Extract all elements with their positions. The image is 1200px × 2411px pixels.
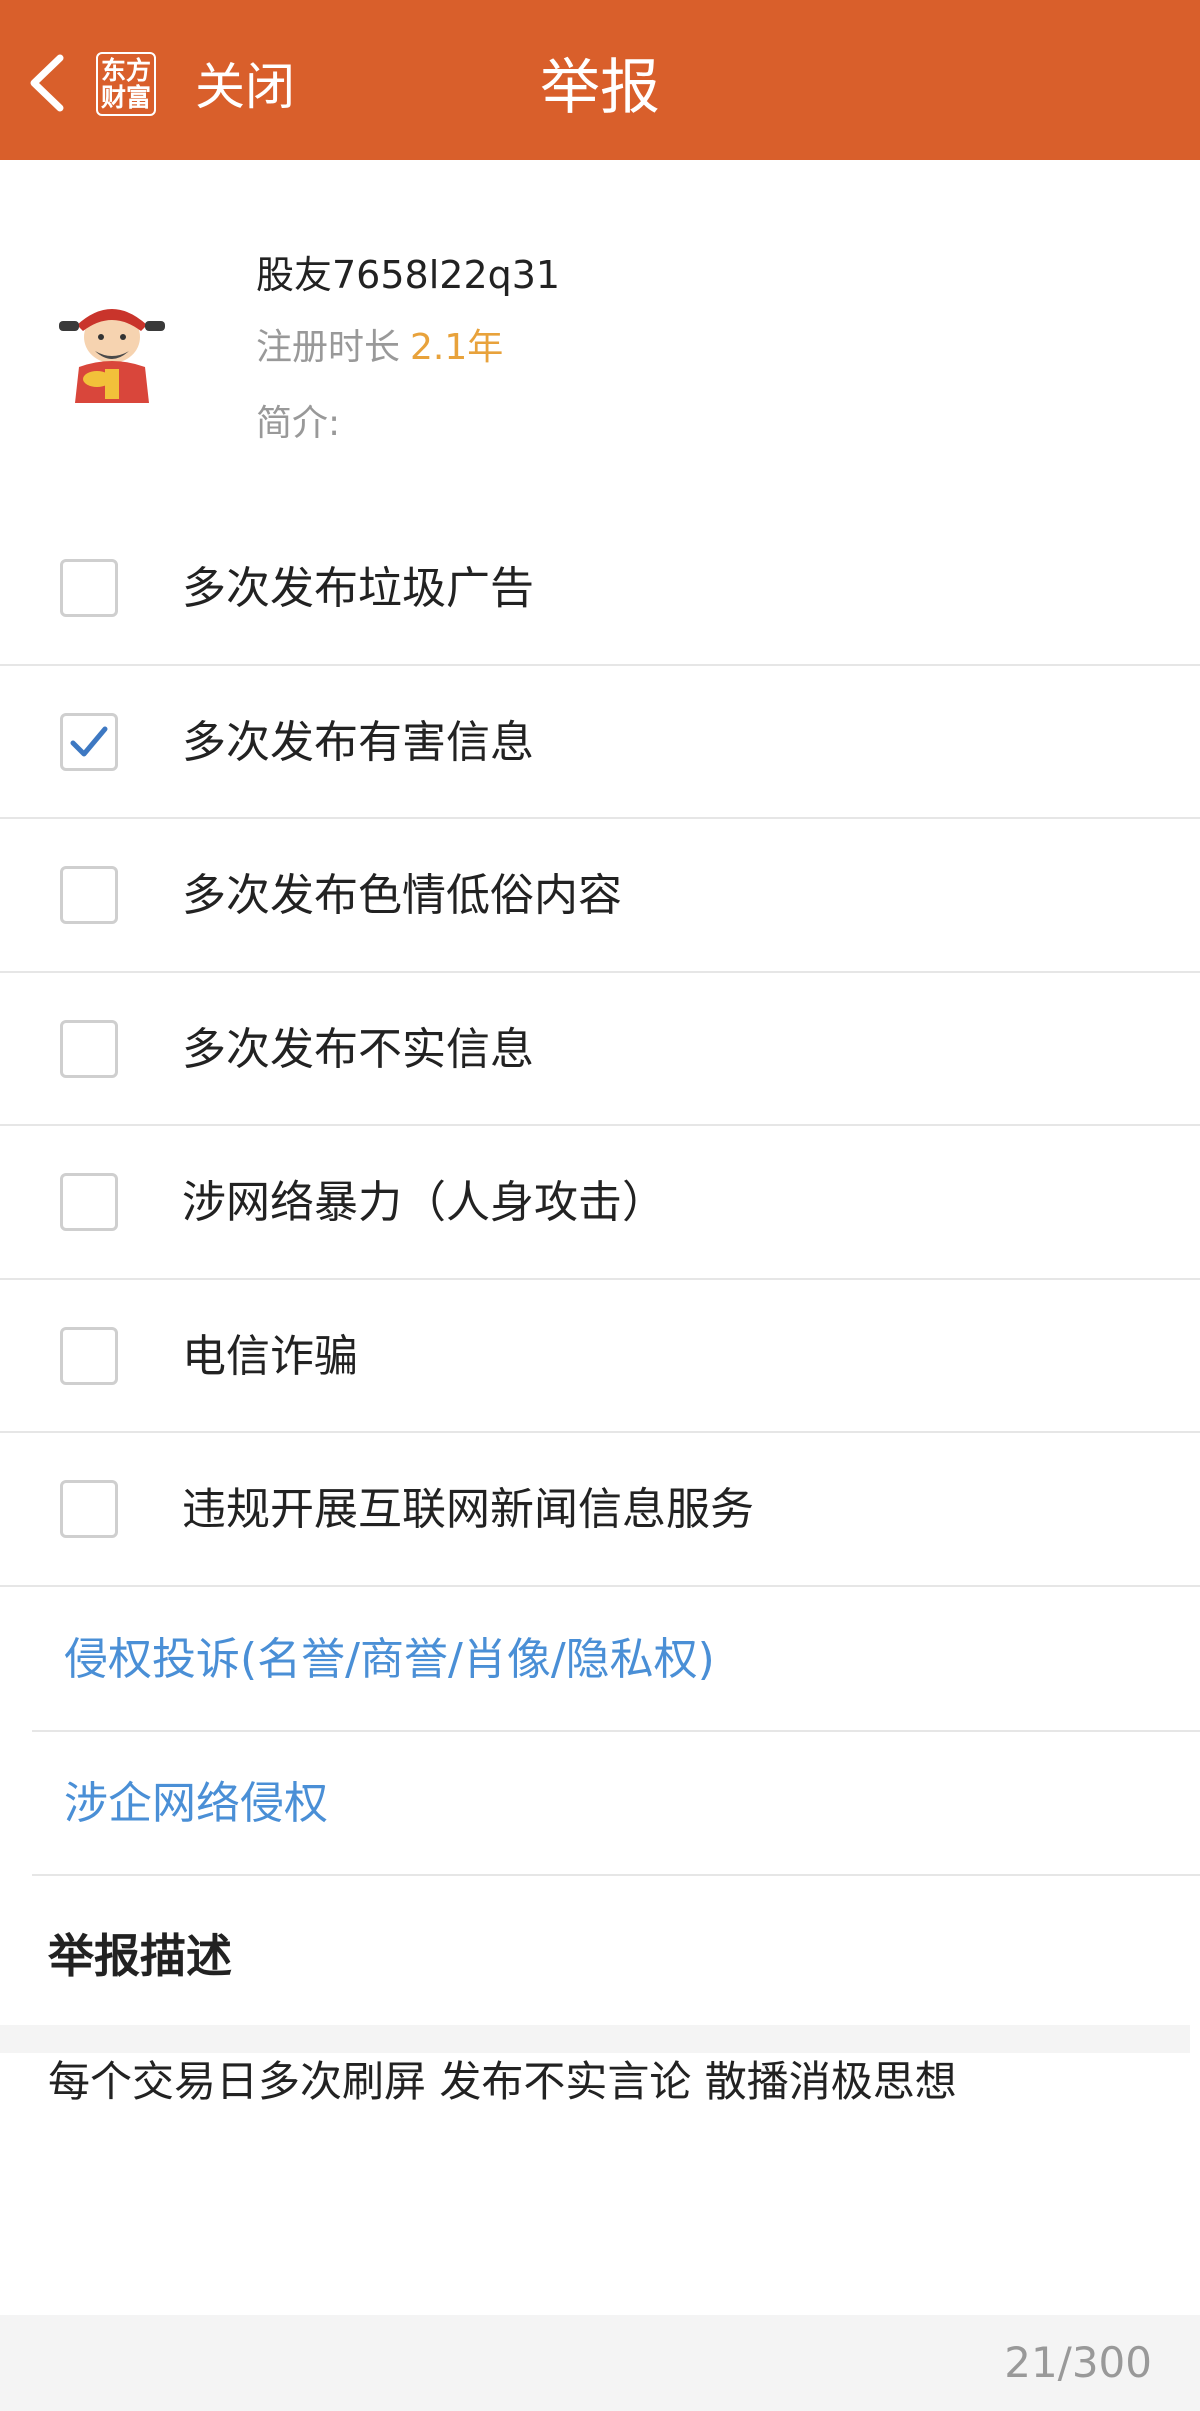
checkbox[interactable] bbox=[60, 1019, 118, 1078]
enterprise-infringement-link[interactable]: 涉企网络侵权 bbox=[64, 1774, 328, 1834]
app-header: 东方 财富 关闭 举报 bbox=[0, 0, 1200, 160]
registration-label: 注册时长 bbox=[256, 327, 401, 368]
infringement-complaint-link[interactable]: 侵权投诉(名誉/商誉/肖像/隐私权) bbox=[64, 1630, 715, 1690]
option-illegal-news-service[interactable]: 违规开展互联网新闻信息服务 bbox=[0, 1433, 1200, 1587]
option-harmful-info[interactable]: 多次发布有害信息 bbox=[0, 666, 1200, 819]
checkbox[interactable] bbox=[60, 559, 118, 617]
option-label: 多次发布色情低俗内容 bbox=[182, 870, 622, 921]
username: 股友7658l22q31 bbox=[256, 253, 561, 297]
bio-label: 简介: bbox=[256, 403, 341, 444]
infringement-complaint-link-row[interactable]: 侵权投诉(名誉/商誉/肖像/隐私权) bbox=[32, 1588, 1200, 1732]
checkbox[interactable] bbox=[60, 1326, 118, 1385]
registration-duration: 注册时长 2.1年 bbox=[256, 322, 503, 374]
description-text[interactable]: 每个交易日多次刷屏 发布不实言论 散播消极思想 bbox=[48, 2052, 957, 2112]
character-counter: 21/300 bbox=[1004, 2338, 1152, 2387]
page-title: 举报 bbox=[540, 53, 660, 123]
option-label: 涉网络暴力（人身攻击） bbox=[182, 1177, 666, 1228]
checkmark-icon bbox=[70, 726, 108, 756]
option-label: 多次发布不实信息 bbox=[182, 1023, 534, 1075]
option-label: 多次发布垃圾广告 bbox=[182, 563, 534, 614]
registration-value: 2.1年 bbox=[410, 327, 504, 368]
character-counter-bar: 21/300 bbox=[0, 2315, 1200, 2411]
option-spam-ads[interactable]: 多次发布垃圾广告 bbox=[0, 512, 1200, 666]
avatar bbox=[59, 309, 165, 403]
checkbox[interactable] bbox=[60, 1480, 118, 1538]
option-label: 多次发布有害信息 bbox=[182, 716, 534, 768]
report-options-list: 多次发布垃圾广告 多次发布有害信息 多次发布色情低俗内容 多次发布不实信息 涉网… bbox=[0, 512, 1200, 1587]
option-label: 电信诈骗 bbox=[182, 1330, 358, 1382]
description-heading: 举报描述 bbox=[48, 1929, 232, 1983]
option-telecom-fraud[interactable]: 电信诈骗 bbox=[0, 1280, 1200, 1433]
checkbox[interactable] bbox=[60, 866, 118, 924]
option-false-info[interactable]: 多次发布不实信息 bbox=[0, 973, 1200, 1126]
option-vulgar-content[interactable]: 多次发布色情低俗内容 bbox=[0, 819, 1200, 973]
option-cyber-violence[interactable]: 涉网络暴力（人身攻击） bbox=[0, 1126, 1200, 1280]
checkbox-checked[interactable] bbox=[60, 712, 118, 771]
checkbox[interactable] bbox=[60, 1173, 118, 1231]
option-label: 违规开展互联网新闻信息服务 bbox=[182, 1484, 754, 1535]
enterprise-infringement-link-row[interactable]: 涉企网络侵权 bbox=[32, 1732, 1200, 1876]
